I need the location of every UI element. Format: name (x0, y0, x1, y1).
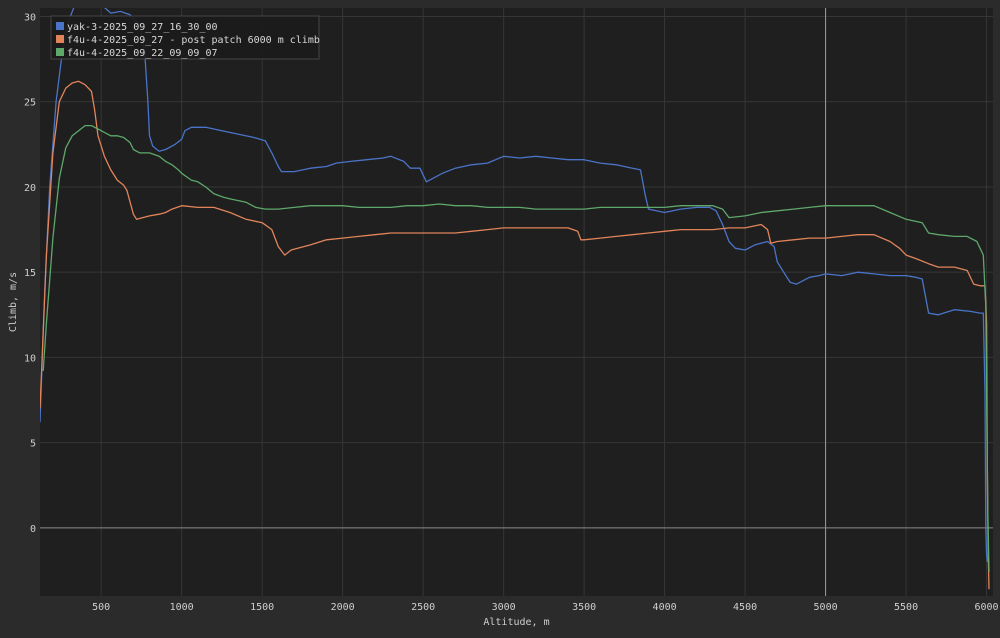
plot-area (40, 8, 993, 596)
x-tick-label: 3500 (572, 602, 596, 613)
legend-swatch[interactable] (56, 35, 64, 43)
x-tick-label: 1000 (170, 602, 194, 613)
legend[interactable]: yak-3-2025_09_27_16_30_00 f4u-4-2025_09_2… (50, 15, 320, 60)
x-axis-label: Altitude, m (483, 617, 549, 628)
x-tick-label: 4500 (733, 602, 757, 613)
y-tick-label: 25 (24, 98, 36, 109)
legend-entry[interactable]: f4u-4-2025_09_27 - post patch 6000 m cli… (67, 35, 320, 46)
x-tick-label: 2500 (411, 602, 435, 613)
x-tick-label: 2000 (331, 602, 355, 613)
y-axis-label: Climb, m/s (8, 272, 19, 332)
legend-swatch[interactable] (56, 48, 64, 56)
y-tick-label: 5 (30, 439, 36, 450)
climb-chart: 500 1000 1500 2000 2500 3000 3500 4000 4500 5000 5… (0, 0, 1000, 634)
y-tick-label: 30 (24, 13, 36, 24)
legend-swatch[interactable] (56, 22, 64, 30)
x-tick-label: 6000 (975, 602, 999, 613)
y-tick-label: 10 (24, 353, 36, 364)
x-tick-label: 4000 (653, 602, 677, 613)
y-tick-label: 20 (24, 183, 36, 194)
x-tick-label: 500 (92, 602, 110, 613)
legend-entry[interactable]: f4u-4-2025_09_22_09_09_07 (67, 48, 218, 59)
y-tick-label: 15 (24, 268, 36, 279)
x-tick-label: 3000 (492, 602, 516, 613)
x-tick-label: 1500 (250, 602, 274, 613)
x-tick-label: 5500 (894, 602, 918, 613)
chart-svg: 500 1000 1500 2000 2500 3000 3500 4000 4500 5000 5… (8, 8, 999, 628)
x-tick-label: 5000 (814, 602, 838, 613)
legend-entry[interactable]: yak-3-2025_09_27_16_30_00 (67, 22, 218, 33)
y-tick-label: 0 (30, 524, 36, 535)
